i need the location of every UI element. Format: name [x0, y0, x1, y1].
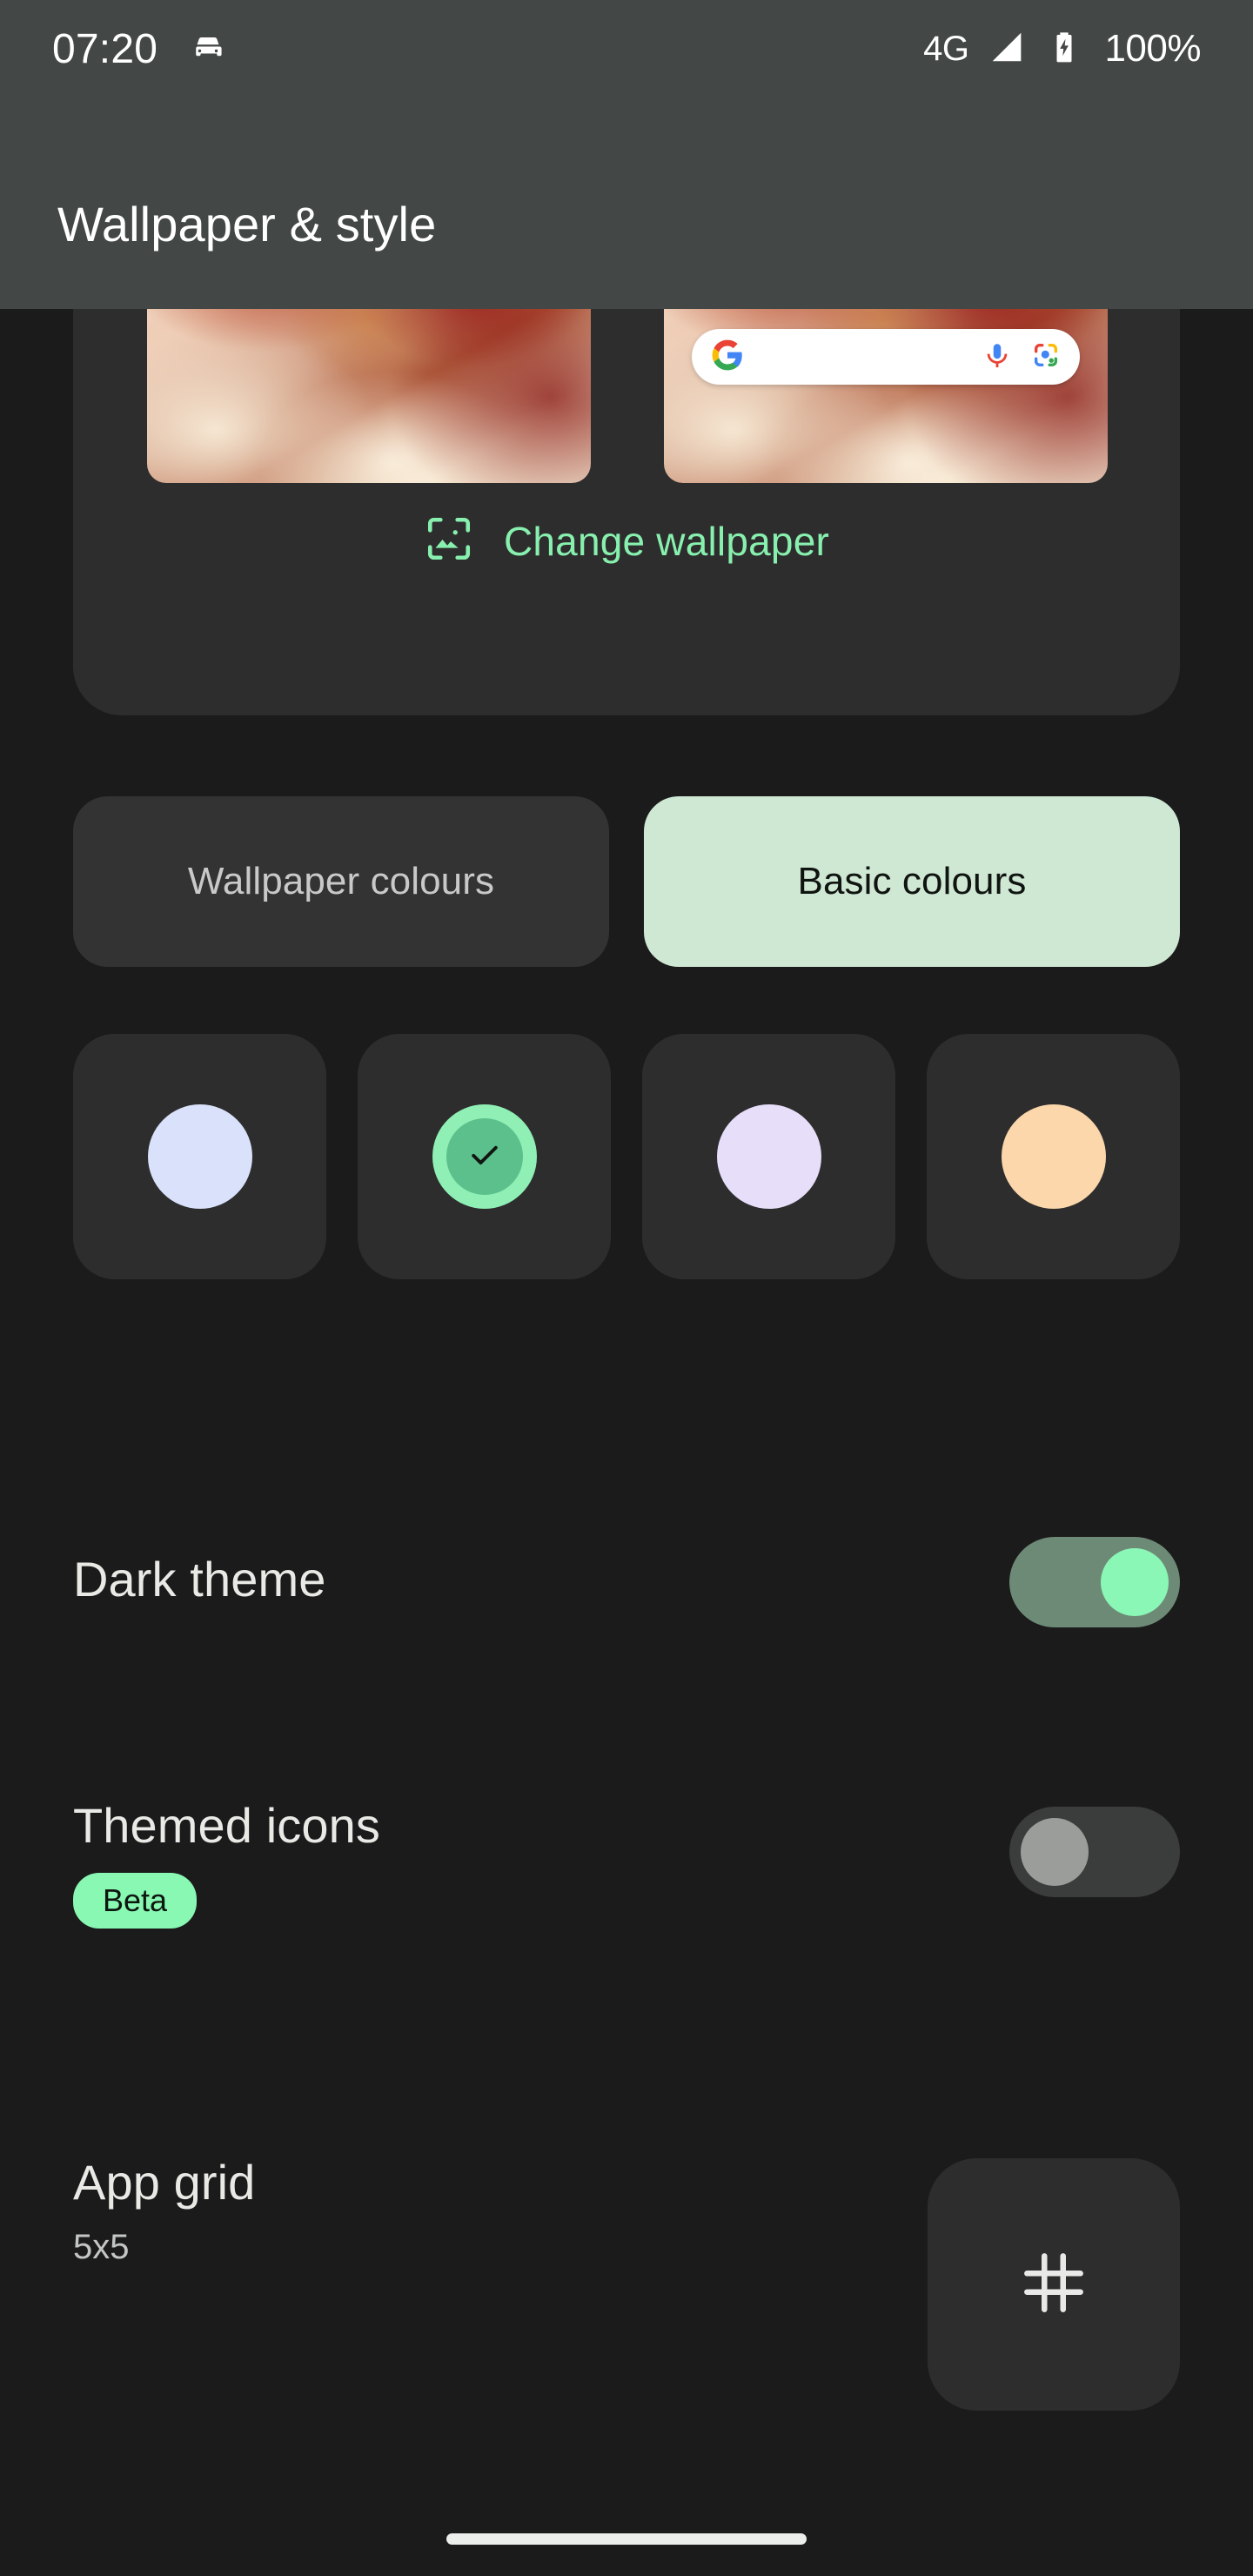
green-swatch-inner: [446, 1118, 523, 1195]
settings-scroll-content[interactable]: Change wallpaper Wallpaper colours Basic…: [0, 0, 1253, 2576]
dark-theme-title: Dark theme: [73, 1552, 326, 1607]
signal-bars-icon: [988, 27, 1028, 71]
google-g-icon: [711, 339, 744, 376]
themed-icons-toggle[interactable]: [1009, 1807, 1180, 1897]
green-swatch: [432, 1104, 537, 1209]
themed-icons-text: Themed icons Beta: [73, 1801, 380, 1929]
purple-swatch: [716, 1104, 821, 1209]
battery-percentage: 100%: [1104, 27, 1201, 70]
colour-swatch-row: [73, 1034, 1180, 1279]
app-grid-text: App grid 5x5: [73, 2155, 256, 2266]
check-icon: [466, 1136, 504, 1178]
status-clock: 07:20: [52, 25, 158, 72]
colour-source-tabs: Wallpaper colours Basic colours: [73, 796, 1180, 967]
themed-icons-title: Themed icons: [73, 1798, 380, 1853]
app-bar: 07:20 4G 100% Wallpaper & style: [0, 0, 1253, 309]
google-search-widget[interactable]: [692, 329, 1080, 385]
blue-swatch: [147, 1104, 252, 1209]
dark-theme-text: Dark theme: [73, 1555, 325, 1604]
toggle-knob: [1021, 1818, 1089, 1886]
swatch-option-orange[interactable]: [927, 1034, 1180, 1279]
app-grid-title: App grid: [73, 2155, 256, 2210]
change-wallpaper-button[interactable]: Change wallpaper: [73, 513, 1180, 568]
app-grid-button[interactable]: [928, 2158, 1180, 2411]
home-gesture-bar[interactable]: [446, 2533, 807, 2545]
beta-badge: Beta: [73, 1873, 198, 1929]
battery-charging-icon: [1047, 30, 1082, 69]
setting-row-themed-icons[interactable]: Themed icons Beta: [73, 1801, 1180, 2028]
setting-row-dark-theme[interactable]: Dark theme: [73, 1510, 1180, 1649]
swatch-option-purple[interactable]: [642, 1034, 895, 1279]
toggle-knob: [1101, 1548, 1169, 1616]
dark-theme-toggle[interactable]: [1009, 1537, 1180, 1627]
car-icon: [189, 28, 227, 70]
status-bar: 07:20 4G 100%: [0, 0, 1253, 97]
status-bar-right: 4G 100%: [923, 27, 1201, 71]
tab-basic-colours[interactable]: Basic colours: [644, 796, 1180, 967]
tab-wallpaper-colours[interactable]: Wallpaper colours: [73, 796, 609, 967]
grid-hash-icon: [1014, 2243, 1094, 2327]
google-lens-icon[interactable]: [1031, 340, 1061, 374]
status-bar-left: 07:20: [52, 25, 227, 73]
change-wallpaper-label: Change wallpaper: [503, 518, 829, 564]
orange-swatch: [1001, 1104, 1106, 1209]
swatch-option-green[interactable]: [358, 1034, 611, 1279]
page-title: Wallpaper & style: [57, 197, 437, 252]
image-frame-icon: [424, 513, 474, 568]
swatch-option-blue[interactable]: [73, 1034, 326, 1279]
network-type-label: 4G: [923, 29, 969, 68]
setting-row-app-grid[interactable]: App grid 5x5: [73, 2158, 1180, 2419]
app-grid-value: 5x5: [73, 2228, 130, 2266]
microphone-icon[interactable]: [982, 340, 1012, 374]
